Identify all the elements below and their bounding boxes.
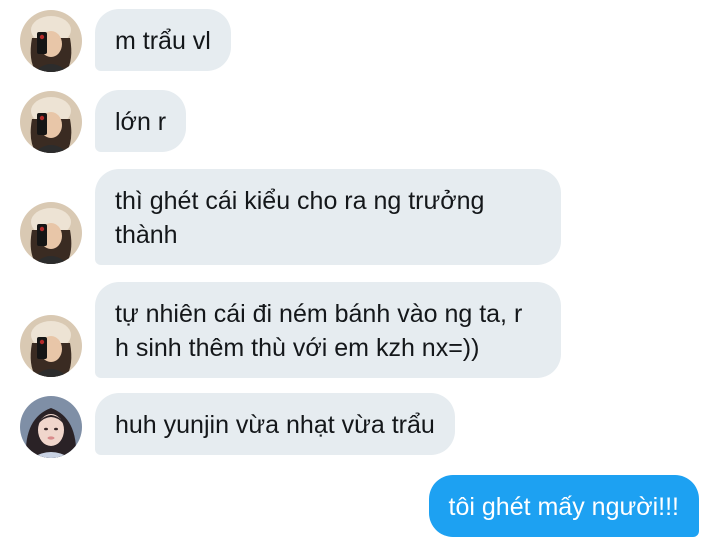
message-bubble-incoming[interactable]: tự nhiên cái đi ném bánh vào ng ta, r h … — [95, 282, 561, 378]
sender-avatar[interactable] — [20, 91, 82, 153]
message-bubble-incoming[interactable]: m trẩu vl — [95, 9, 231, 71]
sender-avatar[interactable] — [20, 202, 82, 264]
message-bubble-incoming[interactable]: huh yunjin vừa nhạt vừa trẩu — [95, 393, 455, 455]
avatar-photo-icon — [20, 10, 82, 72]
avatar-photo-icon — [20, 315, 82, 377]
sender-avatar[interactable] — [20, 315, 82, 377]
message-text: tự nhiên cái đi ném bánh vào ng ta, r h … — [115, 300, 530, 362]
sender-avatar[interactable] — [20, 10, 82, 72]
message-text: huh yunjin vừa nhạt vừa trẩu — [115, 411, 435, 439]
avatar-photo-icon — [20, 396, 82, 458]
message-bubble-outgoing[interactable]: tôi ghét mấy người!!! — [428, 475, 699, 537]
message-text: lớn r — [115, 108, 167, 136]
message-text: thì ghét cái kiểu cho ra ng trưởng thành — [115, 187, 492, 249]
sender-avatar[interactable] — [20, 396, 82, 458]
message-text: tôi ghét mấy người!!! — [448, 493, 679, 521]
avatar-photo-icon — [20, 91, 82, 153]
dm-conversation: m trẩu vl lớn r thì ghét cái kiểu cho ra… — [0, 0, 720, 551]
message-text: m trẩu vl — [115, 27, 211, 55]
message-bubble-incoming[interactable]: thì ghét cái kiểu cho ra ng trưởng thành — [95, 169, 561, 265]
avatar-photo-icon — [20, 202, 82, 264]
message-bubble-incoming[interactable]: lớn r — [95, 90, 187, 152]
